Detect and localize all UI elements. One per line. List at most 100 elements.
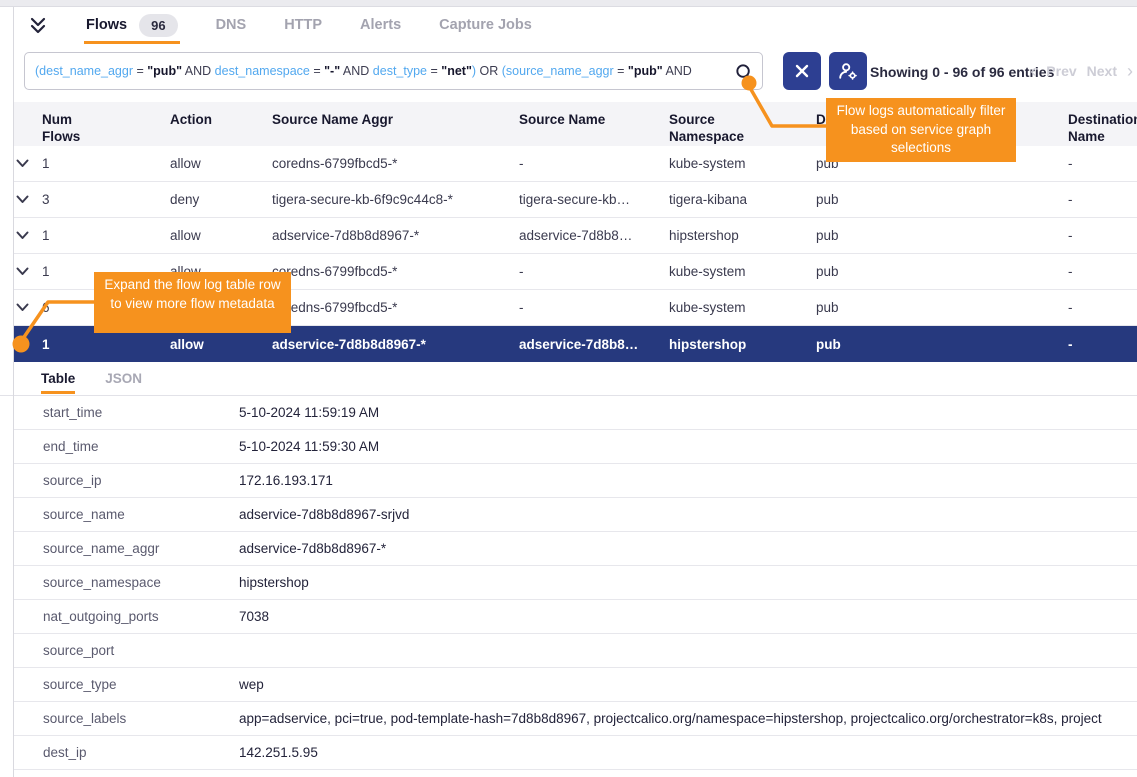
flow-detail-table: start_time 5-10-2024 11:59:19 AM end_tim…: [0, 396, 1137, 770]
detail-field-value: 172.16.193.171: [239, 473, 1137, 488]
detail-tab-label: JSON: [105, 371, 142, 386]
cell-source-name: -: [519, 300, 669, 315]
detail-field-value: wep: [239, 677, 1137, 692]
col-num-flows[interactable]: Num Flows: [42, 111, 170, 145]
row-expand-chevron-icon[interactable]: [14, 340, 42, 349]
detail-field-row: nat_outgoing_ports 7038: [13, 600, 1137, 634]
row-expand-chevron-icon[interactable]: [14, 159, 42, 168]
user-gear-icon: [837, 60, 859, 82]
detail-field-key: source_ip: [43, 473, 239, 488]
detail-field-value: 142.251.5.95: [239, 745, 1137, 760]
cell-source-name: adservice-7d8b8…: [519, 228, 669, 243]
cell-source-name-aggr: adservice-7d8b8d8967-*: [272, 228, 519, 243]
query-segment: "pub": [628, 64, 663, 78]
tab[interactable]: Capture Jobs: [423, 17, 548, 33]
cell-destination-name: -: [1068, 156, 1137, 171]
detail-field-key: source_name: [43, 507, 239, 522]
tab[interactable]: HTTP: [268, 17, 338, 33]
detail-field-value: adservice-7d8b8d8967-*: [239, 541, 1137, 556]
detail-field-row: source_port: [13, 634, 1137, 668]
row-expand-chevron-icon[interactable]: [14, 195, 42, 204]
col-source-name[interactable]: Source Name: [519, 111, 669, 128]
clear-filter-button[interactable]: [783, 52, 821, 90]
tab[interactable]: DNS: [200, 17, 263, 33]
query-segment: AND: [182, 64, 215, 78]
detail-field-row: source_name adservice-7d8b8d8967-srjvd: [13, 498, 1137, 532]
detail-field-value: adservice-7d8b8d8967-srjvd: [239, 507, 1137, 522]
next-button[interactable]: Next: [1087, 63, 1117, 79]
detail-tab-label: Table: [41, 371, 75, 386]
cell-source-name: -: [519, 156, 669, 171]
row-expand-chevron-icon[interactable]: [14, 267, 42, 276]
cell-dest-name-aggr: pub: [816, 192, 1068, 207]
panel-left-border: [13, 7, 14, 777]
query-segment: "-": [324, 64, 340, 78]
cell-source-namespace: kube-system: [669, 156, 816, 171]
detail-field-row: source_namespace hipstershop: [13, 566, 1137, 600]
detail-field-row: source_type wep: [13, 668, 1137, 702]
cell-num-flows: 1: [42, 156, 170, 171]
flow-table-row[interactable]: 3 deny tigera-secure-kb-6f9c9c44c8-* tig…: [14, 182, 1137, 218]
col-destination-name[interactable]: Destination Name: [1068, 111, 1137, 145]
prev-chevron-icon[interactable]: ‹: [1030, 64, 1036, 78]
cell-num-flows: 1: [42, 228, 170, 243]
cell-destination-name: -: [1068, 300, 1137, 315]
cell-dest-name-aggr: pub: [816, 337, 1068, 352]
cell-source-namespace: hipstershop: [669, 228, 816, 243]
cell-source-name: adservice-7d8b8…: [519, 337, 669, 352]
prev-button[interactable]: Prev: [1046, 63, 1076, 79]
detail-field-value: 7038: [239, 609, 1137, 624]
detail-field-key: source_port: [43, 643, 239, 658]
tab[interactable]: Alerts: [344, 17, 417, 33]
cell-num-flows: 3: [42, 192, 170, 207]
query-segment: dest_name_aggr: [39, 64, 133, 78]
col-source-name-aggr[interactable]: Source Name Aggr: [272, 111, 519, 128]
showing-entries-text: Showing 0 - 96 of 96 entries: [870, 64, 1054, 80]
detail-field-key: end_time: [43, 439, 239, 454]
tab-label: Capture Jobs: [439, 17, 532, 33]
cell-dest-name-aggr: pub: [816, 264, 1068, 279]
cell-action: allow: [170, 228, 272, 243]
detail-field-key: source_namespace: [43, 575, 239, 590]
tab-label: Alerts: [360, 17, 401, 33]
cell-dest-name-aggr: pub: [816, 300, 1068, 315]
col-action[interactable]: Action: [170, 111, 272, 128]
col-source-namespace[interactable]: Source Namespace: [669, 111, 816, 145]
detail-field-value: 5-10-2024 11:59:30 AM: [239, 439, 1137, 454]
cell-source-namespace: kube-system: [669, 264, 816, 279]
query-segment: source_name_aggr: [506, 64, 614, 78]
next-chevron-icon[interactable]: ›: [1127, 64, 1133, 78]
callout-expand-note: Expand the flow log table row to view mo…: [94, 272, 291, 333]
detail-field-value: hipstershop: [239, 575, 1137, 590]
cell-source-name: tigera-secure-kb…: [519, 192, 669, 207]
detail-field-key: source_type: [43, 677, 239, 692]
cell-dest-name-aggr: pub: [816, 228, 1068, 243]
pagination: ‹ Prev Next ›: [1030, 63, 1133, 79]
tab-list: Flows 96 DNS HTTP Alerts Capture Jobs: [70, 14, 548, 37]
search-icon[interactable]: [734, 62, 755, 88]
filter-query-input[interactable]: (dest_name_aggr = "pub" AND dest_namespa…: [24, 52, 763, 90]
cell-source-name-aggr: coredns-6799fbcd5-*: [272, 300, 519, 315]
row-expand-chevron-icon[interactable]: [14, 303, 42, 312]
detail-field-key: source_name_aggr: [43, 541, 239, 556]
cell-source-name-aggr: coredns-6799fbcd5-*: [272, 264, 519, 279]
query-segment: "net": [441, 64, 472, 78]
collapse-panel-button[interactable]: [26, 13, 50, 37]
query-segment: =: [133, 64, 147, 78]
user-settings-button[interactable]: [829, 52, 867, 90]
cell-action: allow: [170, 337, 272, 352]
double-chevron-down-icon: [29, 17, 47, 34]
filter-query-text: (dest_name_aggr = "pub" AND dest_namespa…: [35, 64, 692, 78]
detail-field-key: start_time: [43, 405, 239, 420]
detail-field-value: 5-10-2024 11:59:19 AM: [239, 405, 1137, 420]
tab[interactable]: Flows 96: [70, 14, 194, 37]
detail-tab[interactable]: Table: [41, 371, 75, 386]
query-segment: dest_type: [373, 64, 427, 78]
cell-action: deny: [170, 192, 272, 207]
cell-source-namespace: hipstershop: [669, 337, 816, 352]
detail-field-value: app=adservice, pci=true, pod-template-ha…: [239, 711, 1137, 726]
query-segment: AND: [340, 64, 373, 78]
detail-tab[interactable]: JSON: [105, 371, 142, 386]
flow-table-row[interactable]: 1 allow adservice-7d8b8d8967-* adservice…: [14, 218, 1137, 254]
row-expand-chevron-icon[interactable]: [14, 231, 42, 240]
